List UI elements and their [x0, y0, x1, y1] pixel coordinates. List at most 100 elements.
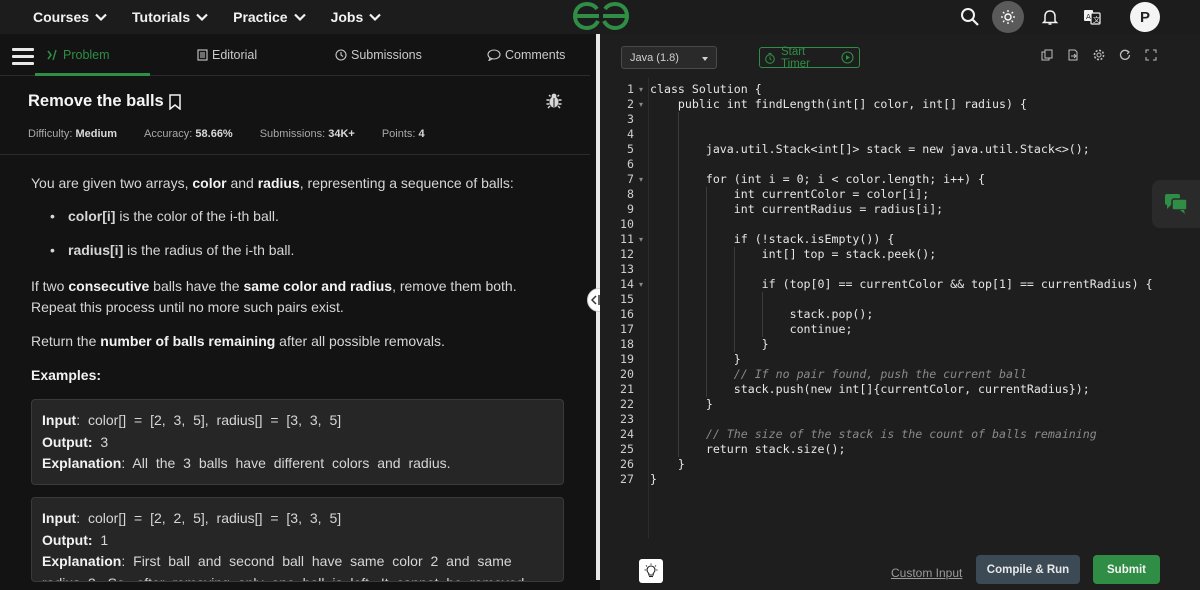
editor-actions: Custom Input Compile & Run Submit: [600, 538, 1200, 590]
difficulty-label: Difficulty:: [28, 128, 73, 140]
problem-tabs: Problem Editorial Submissions Comments: [0, 34, 590, 76]
problem-title: Remove the balls: [28, 92, 182, 111]
caret-down-icon: [702, 57, 708, 61]
example-output: Output: 1: [42, 530, 553, 552]
code-line: }: [650, 457, 685, 471]
fold-chevron-icon[interactable]: ▾: [639, 172, 643, 187]
accuracy: Accuracy: 58.66%: [144, 128, 233, 140]
line-number: 1: [627, 82, 634, 96]
code-editor[interactable]: 1 ▾ class Solution {2 ▾ public int findLeng…: [600, 78, 1200, 538]
chevron-down-icon: [369, 13, 382, 22]
intro-part: and: [226, 175, 258, 191]
bookmark-icon[interactable]: [168, 93, 182, 110]
line-number: 11: [620, 232, 634, 246]
svg-text:A: A: [1086, 13, 1091, 21]
play-icon: [841, 51, 854, 64]
translate-icon[interactable]: A文: [1076, 1, 1108, 33]
bug-report-icon[interactable]: [545, 92, 563, 110]
submissions: Submissions: 34K+: [260, 128, 355, 140]
difficulty-value: Medium: [75, 128, 118, 140]
avatar[interactable]: P: [1130, 2, 1160, 32]
language-select[interactable]: Java (1.8): [621, 46, 717, 69]
line-number: 21: [620, 382, 634, 396]
editor-panel: Java (1.8) Start Timer 1 ▾ class Solution …: [600, 34, 1200, 590]
intro-radius: radius: [257, 175, 300, 191]
line-number: 27: [620, 472, 634, 486]
indent-guide: [734, 247, 735, 352]
examples-heading: Examples:: [31, 365, 561, 386]
intro-text: You are given two arrays, color and radi…: [31, 173, 561, 194]
fold-chevron-icon[interactable]: ▾: [639, 232, 643, 247]
code-line: continue;: [650, 322, 853, 336]
line-number: 2: [627, 97, 634, 111]
return-part: after all possible removals.: [275, 333, 445, 349]
clock-icon: [335, 49, 347, 61]
custom-input-link[interactable]: Custom Input: [891, 566, 962, 580]
problem-title-text: Remove the balls: [28, 92, 164, 110]
line-number: 23: [620, 412, 634, 426]
explanation-value: : All the 3 balls have different colors …: [121, 455, 451, 471]
bullet-color-text: is the color of the i-th ball.: [115, 208, 279, 224]
fullscreen-icon[interactable]: [1138, 49, 1164, 61]
example-output: Output: 3: [42, 432, 553, 454]
tab-problem[interactable]: Problem: [47, 48, 110, 62]
tab-comments-label: Comments: [505, 48, 566, 62]
points: Points: 4: [382, 128, 425, 140]
menu-icon[interactable]: [12, 48, 34, 66]
compile-run-button[interactable]: Compile & Run: [976, 555, 1080, 584]
explanation-label: Explanation: [42, 553, 122, 569]
explanation-value: : First ball and second ball have same c…: [121, 553, 512, 569]
line-number: 20: [620, 367, 634, 381]
line-number: 22: [620, 397, 634, 411]
gfg-logo-icon[interactable]: [571, 0, 631, 32]
submit-button[interactable]: Submit: [1093, 555, 1160, 584]
output-value: 1: [92, 531, 109, 548]
tab-submissions[interactable]: Submissions: [335, 48, 422, 62]
line-number: 26: [620, 457, 634, 471]
tab-comments[interactable]: Comments: [487, 48, 565, 62]
rule-text: If two consecutive balls have the same c…: [31, 276, 561, 317]
line-number: 15: [620, 292, 634, 306]
active-tab-indicator: [35, 73, 150, 76]
nav-courses-label: Courses: [33, 9, 90, 25]
settings-gear-icon[interactable]: [1086, 49, 1112, 61]
lightbulb-hint-icon[interactable]: [639, 559, 663, 583]
nav-practice[interactable]: Practice: [233, 9, 306, 25]
line-number: 3: [627, 112, 634, 126]
tab-editorial[interactable]: Editorial: [197, 48, 257, 62]
import-file-icon[interactable]: [1060, 49, 1086, 61]
start-timer-button[interactable]: Start Timer: [759, 46, 860, 70]
output-label: Output:: [42, 433, 93, 450]
intro-color: color: [192, 175, 227, 191]
line-number: 12: [620, 247, 634, 261]
nav-courses[interactable]: Courses: [33, 9, 108, 25]
top-right-actions: A文 P: [954, 0, 1200, 34]
reset-icon[interactable]: [1112, 49, 1138, 61]
code-line: if (!stack.isEmpty()) {: [650, 232, 895, 246]
fold-chevron-icon[interactable]: ▾: [639, 277, 643, 292]
code-line: if (top[0] == currentColor && top[1] == …: [650, 277, 1153, 291]
divider: [0, 154, 590, 155]
timer-icon: [765, 52, 775, 64]
document-icon: [197, 49, 208, 61]
rule-same: same color and radius: [243, 278, 393, 294]
nav-tutorials[interactable]: Tutorials: [132, 9, 209, 25]
example-explanation: Explanation: First ball and second ball …: [42, 551, 553, 573]
indent-guide: [762, 292, 763, 337]
accuracy-value: 58.66%: [195, 128, 233, 140]
fold-chevron-icon[interactable]: ▾: [639, 97, 643, 112]
problem-meta: Difficulty: Medium Accuracy: 58.66% Subm…: [28, 128, 452, 140]
indent-guide: [678, 112, 679, 457]
main-nav: Courses Tutorials Practice Jobs: [0, 9, 406, 25]
search-icon[interactable]: [954, 1, 986, 33]
line-number: 6: [627, 157, 634, 171]
code-line: }: [650, 397, 713, 411]
chat-fab[interactable]: [1152, 180, 1200, 228]
copy-icon[interactable]: [1034, 49, 1060, 61]
fold-chevron-icon[interactable]: ▾: [639, 82, 643, 97]
theme-toggle-sun-icon[interactable]: [992, 1, 1024, 33]
nav-jobs[interactable]: Jobs: [331, 9, 383, 25]
input-value: : color[] = [2, 3, 5], radius[] = [3, 3,…: [76, 412, 342, 428]
code-line: int currentColor = color[i];: [650, 187, 930, 201]
bell-icon[interactable]: [1034, 1, 1066, 33]
